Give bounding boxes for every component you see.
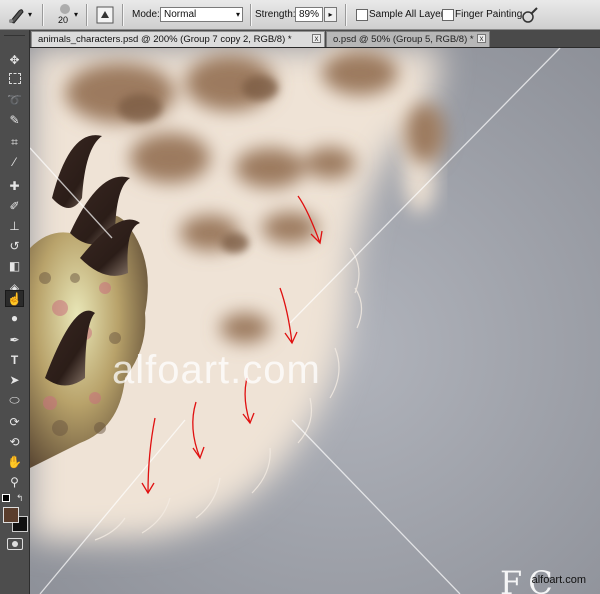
toolbox: ✥ ➰ ✎ ⌗ ⁄ ✚ ✐ ⊥ ↺ ◧ ◈ ☝ ● ✒ T ➤ ⬭ ⟳ ⟲ ✋ … — [0, 30, 30, 594]
swap-colors-icon[interactable]: ↰ — [16, 493, 24, 504]
close-icon[interactable]: x — [312, 34, 321, 43]
eyedropper-icon[interactable]: ⁄ — [5, 154, 24, 171]
mode-chevron-icon: ▾ — [235, 10, 240, 19]
tab-animals-characters[interactable]: animals_characters.psd @ 200% (Group 7 c… — [31, 31, 325, 47]
shape-icon[interactable]: ⬭ — [5, 392, 24, 409]
document-tab-bar: animals_characters.psd @ 200% (Group 7 c… — [0, 30, 600, 48]
mode-label: Mode: — [132, 9, 160, 20]
strength-label: Strength: — [255, 9, 296, 20]
pen-icon[interactable]: ✒ — [5, 332, 24, 349]
brush-icon[interactable]: ✐ — [5, 198, 24, 215]
foreground-color-swatch[interactable] — [3, 507, 19, 523]
smudge-tool-icon[interactable] — [5, 5, 27, 25]
crop-icon[interactable]: ⌗ — [5, 134, 24, 151]
artwork — [30, 48, 600, 594]
mode-value: Normal — [164, 9, 197, 20]
brush-size-value: 20 — [58, 15, 69, 25]
document-canvas[interactable]: alfoart.com FC alfoart.com — [30, 48, 600, 594]
finger-painting-checkbox[interactable] — [442, 9, 454, 21]
tablet-pressure-icon[interactable] — [520, 5, 540, 25]
tab-label: animals_characters.psd @ 200% (Group 7 c… — [38, 34, 292, 45]
zoom-icon[interactable]: ⚲ — [5, 474, 24, 491]
dodge-icon[interactable]: ● — [5, 310, 24, 327]
smudge-icon[interactable]: ☝ — [5, 290, 24, 307]
path-select-icon[interactable]: ➤ — [5, 372, 24, 389]
lasso-icon[interactable]: ➰ — [5, 92, 24, 109]
finger-painting-label: Finger Painting — [455, 9, 523, 20]
quick-select-icon[interactable]: ✎ — [5, 112, 24, 129]
credit-text: alfoart.com — [531, 574, 586, 586]
brush-picker[interactable]: 20 ▾ — [52, 3, 78, 27]
hand-icon[interactable]: ✋ — [5, 454, 24, 471]
history-brush-icon[interactable]: ↺ — [5, 238, 24, 255]
3d-rotate-icon[interactable]: ⟳ — [5, 414, 24, 431]
default-colors-icon[interactable] — [2, 494, 12, 503]
marquee-icon[interactable] — [5, 72, 24, 89]
tool-preset-chevron-icon[interactable]: ▾ — [28, 10, 32, 19]
mode-select[interactable]: Normal ▾ — [160, 7, 243, 22]
close-icon[interactable]: x — [477, 34, 486, 43]
eraser-icon[interactable]: ◧ — [5, 258, 24, 275]
watermark-text: alfoart.com — [112, 348, 321, 392]
3d-orbit-icon[interactable]: ⟲ — [5, 434, 24, 451]
type-icon[interactable]: T — [5, 352, 24, 369]
move-icon[interactable]: ✥ — [5, 52, 24, 69]
strength-input[interactable]: 89% — [295, 7, 323, 22]
strength-value: 89% — [299, 9, 320, 20]
strength-slider-button[interactable]: ▸ — [324, 7, 337, 22]
clone-stamp-icon[interactable]: ⊥ — [5, 218, 24, 235]
sample-all-layers-checkbox[interactable] — [356, 9, 368, 21]
tab-label: o.psd @ 50% (Group 5, RGB/8) * — [333, 34, 474, 45]
tab-o-psd[interactable]: o.psd @ 50% (Group 5, RGB/8) * x — [326, 31, 490, 47]
quick-mask-icon[interactable] — [7, 538, 23, 550]
sample-all-layers-label: Sample All Layers — [369, 9, 450, 20]
toolbox-grip[interactable] — [4, 30, 25, 36]
healing-icon[interactable]: ✚ — [5, 178, 24, 195]
options-bar: ▾ 20 ▾ Mode: Normal ▾ Strength: 89% ▸ Sa… — [0, 0, 600, 30]
brush-picker-chevron-icon: ▾ — [74, 10, 79, 19]
brush-panel-toggle-icon[interactable] — [96, 6, 114, 24]
